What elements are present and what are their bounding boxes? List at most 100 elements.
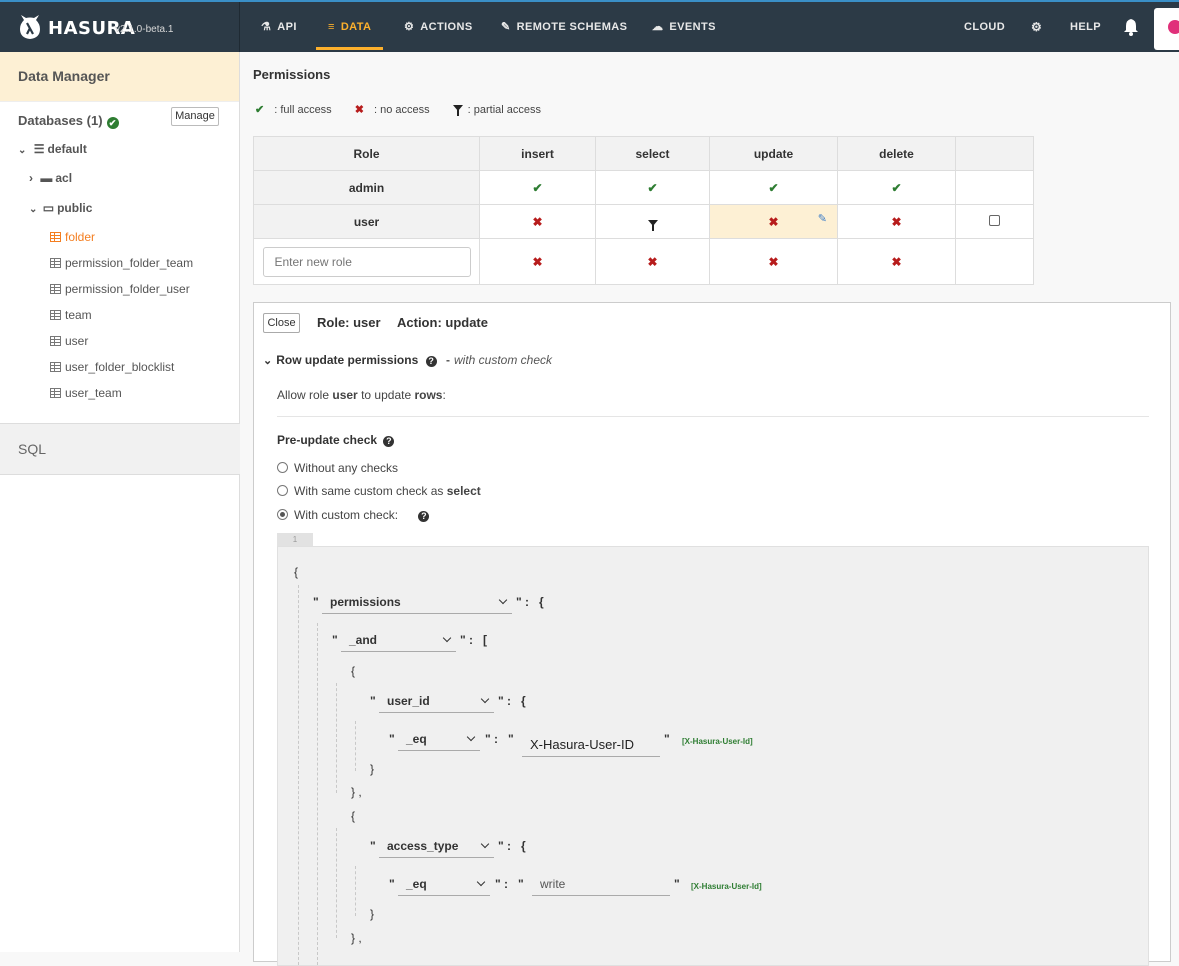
- radio-same-as-select[interactable]: With same custom check as select: [277, 484, 481, 498]
- top-navbar: HASURA v2.1.0-beta.1 ⚗ API ≡ DATA ⚙ ACTIONS…: [0, 0, 1179, 52]
- brand[interactable]: HASURA v2.1.0-beta.1: [0, 2, 240, 52]
- radio-label: Without any checks: [294, 461, 399, 475]
- bulk-cell[interactable]: [955, 204, 1034, 239]
- perm-cell[interactable]: ✖: [837, 204, 956, 239]
- nav-data[interactable]: ≡ DATA: [316, 2, 383, 50]
- new-role-cell: [253, 238, 480, 285]
- nav-remote-schemas[interactable]: ✎ REMOTE SCHEMAS: [501, 2, 627, 52]
- table-folder[interactable]: folder: [50, 230, 95, 244]
- nav-actions[interactable]: ⚙ ACTIONS: [404, 2, 473, 52]
- perm-cell[interactable]: ✔: [479, 170, 596, 205]
- session-var-suggestion[interactable]: [X-Hasura-User-Id]: [691, 882, 762, 891]
- brace-close-comma: } ,: [351, 785, 362, 799]
- column-select-permissions[interactable]: permissions: [322, 592, 512, 614]
- quote: ": [664, 732, 670, 746]
- table-team[interactable]: team: [50, 308, 92, 322]
- nav-help[interactable]: HELP: [1070, 2, 1101, 52]
- pencil-icon[interactable]: ✎: [818, 212, 827, 225]
- role-name: user: [253, 204, 480, 239]
- perm-cell[interactable]: [595, 204, 710, 239]
- perm-cell[interactable]: ✖: [595, 238, 710, 285]
- section-title: Row update permissions: [276, 353, 419, 367]
- custom-check-note: - with custom check: [446, 353, 553, 367]
- radio-label: With same custom check as: [294, 484, 444, 498]
- pre-update-check-heading: Pre-update check ?: [277, 433, 395, 447]
- quote: ": [389, 732, 395, 746]
- close-button[interactable]: Close: [263, 313, 300, 333]
- perm-cell[interactable]: ✖: [479, 238, 596, 285]
- radio-custom-check[interactable]: With custom check: ?: [277, 508, 430, 522]
- chevron-down-icon: ⌄: [18, 145, 27, 156]
- session-var-suggestion[interactable]: [X-Hasura-User-Id]: [682, 737, 753, 746]
- flask-icon: ⚗: [261, 21, 272, 33]
- chevron-down-icon: [466, 732, 476, 742]
- col-header: insert: [479, 136, 596, 171]
- column-select-user-id[interactable]: user_id: [379, 691, 494, 713]
- table-user[interactable]: user: [50, 334, 88, 348]
- bell-icon[interactable]: [1122, 17, 1140, 37]
- radio-button[interactable]: [277, 462, 288, 473]
- help-icon[interactable]: ?: [425, 356, 437, 367]
- value-input-access-type[interactable]: write: [532, 874, 670, 896]
- table-label: permission_folder_team: [65, 256, 194, 270]
- bulk-cell: [955, 170, 1034, 205]
- folder-icon: ▬: [40, 171, 53, 185]
- help-icon[interactable]: ?: [418, 511, 430, 522]
- operator-select-eq[interactable]: _eq: [398, 874, 490, 896]
- col-header: select: [595, 136, 710, 171]
- filter-icon: [647, 219, 658, 231]
- operator-select-and[interactable]: _and: [341, 630, 456, 652]
- db-default[interactable]: ⌄ ☰ default: [18, 142, 87, 156]
- custom-note-text: with custom check: [454, 353, 553, 367]
- settings-gear-icon[interactable]: ⚙: [1031, 2, 1042, 52]
- cross-icon: ✖: [768, 254, 779, 269]
- quote: ": [674, 877, 680, 891]
- perm-cell[interactable]: ✔: [709, 170, 838, 205]
- indent-guide: [336, 828, 337, 938]
- sidebar: Data Manager Databases (1) ✔ Manage ⌄ ☰ de…: [0, 52, 240, 952]
- radio-button[interactable]: [277, 485, 288, 496]
- nav-api-label: API: [277, 21, 297, 33]
- legend-none-label: : no access: [373, 104, 430, 116]
- table-user-team[interactable]: user_team: [50, 386, 122, 400]
- cross-icon: ✖: [647, 254, 658, 269]
- perm-cell[interactable]: ✖: [479, 204, 596, 239]
- table-label: team: [65, 308, 92, 322]
- bulk-select-checkbox[interactable]: [989, 214, 1000, 226]
- databases-heading[interactable]: Databases (1) ✔: [18, 113, 119, 129]
- chevron-down-icon: [442, 633, 452, 643]
- column-select-access-type[interactable]: access_type: [379, 836, 494, 858]
- perm-cell[interactable]: ✖: [709, 238, 838, 285]
- nav-api[interactable]: ⚗ API: [261, 2, 297, 52]
- radio-button-selected[interactable]: [277, 509, 288, 520]
- value-input-user-id[interactable]: X-Hasura-User-ID: [522, 735, 660, 757]
- help-icon[interactable]: ?: [383, 436, 395, 447]
- schema-public[interactable]: ⌄ ▭ public: [29, 201, 92, 215]
- check-icon: ✔: [532, 180, 543, 195]
- table-permission-folder-team[interactable]: permission_folder_team: [50, 256, 193, 270]
- sidebar-sql-link[interactable]: SQL: [0, 423, 240, 475]
- nav-cloud[interactable]: CLOUD: [964, 2, 1005, 52]
- row-permissions-toggle[interactable]: ⌄ Row update permissions ?: [263, 353, 437, 367]
- radio-without-checks[interactable]: Without any checks: [277, 461, 398, 475]
- perm-cell[interactable]: ✖: [837, 238, 956, 285]
- table-label: user: [65, 334, 89, 348]
- nav-events[interactable]: ☁ EVENTS: [652, 2, 716, 52]
- role-name: admin: [253, 170, 480, 205]
- hasura-logo-icon: [20, 15, 40, 39]
- schema-acl[interactable]: › ▬ acl: [29, 171, 72, 185]
- table-permission-folder-user[interactable]: permission_folder_user: [50, 282, 190, 296]
- operator-select-eq[interactable]: _eq: [398, 729, 480, 751]
- manage-button[interactable]: Manage: [171, 107, 219, 126]
- user-avatar[interactable]: [1154, 8, 1179, 50]
- perm-cell[interactable]: ✔: [837, 170, 956, 205]
- table-user-folder-blocklist[interactable]: user_folder_blocklist: [50, 360, 174, 374]
- edit-action-label: Action: update: [397, 315, 488, 330]
- table-icon: [50, 388, 61, 398]
- new-role-input[interactable]: [262, 246, 471, 277]
- table-label: folder: [65, 230, 96, 244]
- allow-text: Allow role user to update rows:: [277, 388, 446, 402]
- perm-cell-editing[interactable]: ✖ ✎: [709, 204, 838, 239]
- perm-cell[interactable]: ✔: [595, 170, 710, 205]
- cross-icon: ✖: [532, 214, 543, 229]
